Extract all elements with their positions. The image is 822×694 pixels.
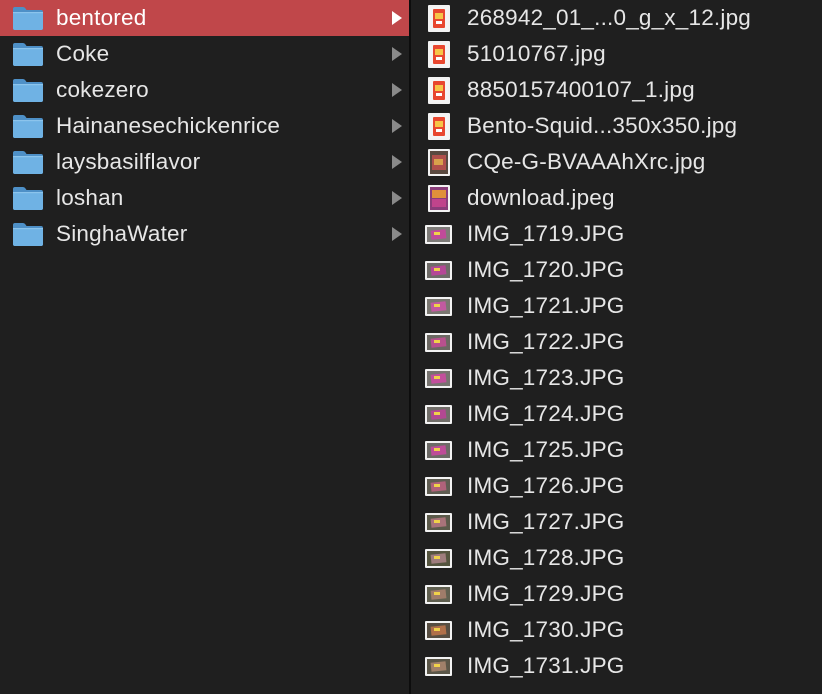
file-row[interactable]: IMG_1723.JPG: [411, 360, 822, 396]
file-row[interactable]: IMG_1719.JPG: [411, 216, 822, 252]
product-orange-icon: [425, 112, 452, 140]
file-row[interactable]: IMG_1729.JPG: [411, 576, 822, 612]
file-row[interactable]: IMG_1721.JPG: [411, 288, 822, 324]
file-label: CQe-G-BVAAAhXrc.jpg: [467, 149, 706, 174]
file-label: IMG_1720.JPG: [467, 257, 625, 282]
file-label: 268942_01_...0_g_x_12.jpg: [467, 5, 752, 30]
photo-landscape-icon: [425, 653, 452, 680]
folder-row[interactable]: laysbasilflavor: [0, 144, 409, 180]
file-row[interactable]: CQe-G-BVAAAhXrc.jpg: [411, 144, 822, 180]
photo-landscape-icon: [425, 365, 452, 392]
photo-landscape-icon: [425, 257, 452, 284]
file-row[interactable]: IMG_1720.JPG: [411, 252, 822, 288]
file-row[interactable]: IMG_1730.JPG: [411, 612, 822, 648]
chevron-right-icon: [392, 47, 402, 61]
file-label: IMG_1725.JPG: [467, 437, 625, 462]
file-label: IMG_1724.JPG: [467, 401, 625, 426]
file-row[interactable]: 8850157400107_1.jpg: [411, 72, 822, 108]
folder-label: loshan: [56, 185, 124, 210]
folder-row[interactable]: loshan: [0, 180, 409, 216]
file-label: 51010767.jpg: [467, 41, 606, 66]
photo-dark-icon: [425, 148, 452, 176]
file-row[interactable]: download.jpeg: [411, 180, 822, 216]
file-row[interactable]: IMG_1727.JPG: [411, 504, 822, 540]
photo-landscape-icon: [425, 617, 452, 644]
photo-landscape-icon: [425, 437, 452, 464]
folder-row[interactable]: SinghaWater: [0, 216, 409, 252]
file-row[interactable]: IMG_1725.JPG: [411, 432, 822, 468]
column-browser: bentored Coke cokezero Hainanesechickenrice…: [0, 0, 822, 694]
file-row[interactable]: IMG_1731.JPG: [411, 648, 822, 684]
folder-icon: [12, 41, 44, 67]
folder-column[interactable]: bentored Coke cokezero Hainanesechickenrice…: [0, 0, 409, 694]
product-purple-icon: [425, 184, 452, 212]
file-label: IMG_1730.JPG: [467, 617, 625, 642]
photo-landscape-icon: [425, 473, 452, 500]
folder-label: Hainanesechickenrice: [56, 113, 281, 138]
file-label: IMG_1721.JPG: [467, 293, 625, 318]
file-label: IMG_1719.JPG: [467, 221, 625, 246]
folder-icon: [12, 185, 44, 211]
folder-row[interactable]: Coke: [0, 36, 409, 72]
file-row[interactable]: IMG_1724.JPG: [411, 396, 822, 432]
chevron-right-icon: [392, 155, 402, 169]
folder-label: cokezero: [56, 77, 149, 102]
folder-label: bentored: [56, 5, 147, 30]
file-row[interactable]: IMG_1722.JPG: [411, 324, 822, 360]
folder-label: SinghaWater: [56, 221, 188, 246]
product-orange-icon: [425, 76, 452, 104]
file-label: IMG_1722.JPG: [467, 329, 625, 354]
folder-icon: [12, 221, 44, 247]
folder-label: Coke: [56, 41, 110, 66]
file-label: 8850157400107_1.jpg: [467, 77, 695, 102]
file-label: IMG_1728.JPG: [467, 545, 625, 570]
photo-landscape-icon: [425, 545, 452, 572]
file-row[interactable]: IMG_1728.JPG: [411, 540, 822, 576]
photo-landscape-icon: [425, 221, 452, 248]
photo-landscape-icon: [425, 509, 452, 536]
folder-icon: [12, 113, 44, 139]
folder-icon: [12, 5, 44, 31]
file-label: IMG_1723.JPG: [467, 365, 625, 390]
file-label: Bento-Squid...350x350.jpg: [467, 113, 738, 138]
photo-landscape-icon: [425, 293, 452, 320]
folder-icon: [12, 77, 44, 103]
folder-label: laysbasilflavor: [56, 149, 201, 174]
file-label: download.jpeg: [467, 185, 615, 210]
folder-row[interactable]: bentored: [0, 0, 409, 36]
file-label: IMG_1726.JPG: [467, 473, 625, 498]
file-row[interactable]: 51010767.jpg: [411, 36, 822, 72]
chevron-right-icon: [392, 11, 402, 25]
file-label: IMG_1727.JPG: [467, 509, 625, 534]
chevron-right-icon: [392, 191, 402, 205]
chevron-right-icon: [392, 119, 402, 133]
product-orange-icon: [425, 40, 452, 68]
product-orange-icon: [425, 4, 452, 32]
file-label: IMG_1729.JPG: [467, 581, 625, 606]
file-column[interactable]: 268942_01_...0_g_x_12.jpg 51010767.jpg 885…: [411, 0, 822, 694]
file-label: IMG_1731.JPG: [467, 653, 625, 678]
chevron-right-icon: [392, 83, 402, 97]
file-row[interactable]: Bento-Squid...350x350.jpg: [411, 108, 822, 144]
chevron-right-icon: [392, 227, 402, 241]
folder-row[interactable]: Hainanesechickenrice: [0, 108, 409, 144]
folder-icon: [12, 149, 44, 175]
file-row[interactable]: 268942_01_...0_g_x_12.jpg: [411, 0, 822, 36]
photo-landscape-icon: [425, 401, 452, 428]
photo-landscape-icon: [425, 581, 452, 608]
folder-row[interactable]: cokezero: [0, 72, 409, 108]
photo-landscape-icon: [425, 329, 452, 356]
file-row[interactable]: IMG_1726.JPG: [411, 468, 822, 504]
